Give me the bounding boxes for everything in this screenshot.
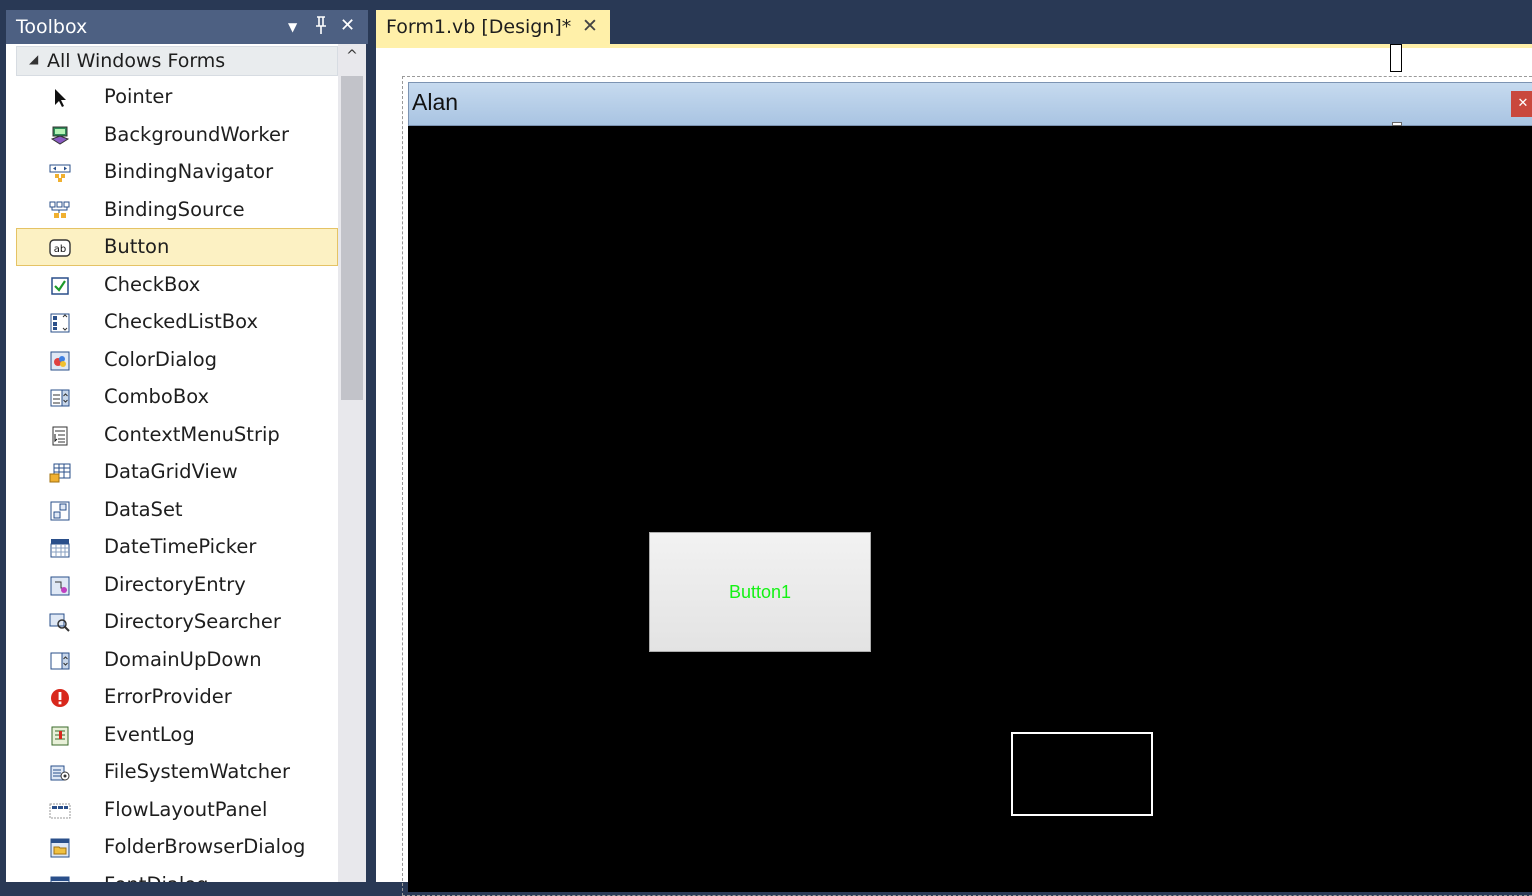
toolbox-item-label: CheckedListBox: [104, 310, 259, 333]
scroll-up-arrow-icon[interactable]: ^: [338, 48, 366, 72]
form-titlebar[interactable]: Alan ✕: [408, 82, 1532, 126]
toolbox-item-label: EventLog: [104, 722, 195, 746]
toolbox-body: ◢ All Windows Forms Pointer BackgroundWo…: [6, 44, 366, 882]
toolbox-item-label: DataSet: [104, 497, 183, 521]
resize-grip[interactable]: [1390, 44, 1402, 72]
folder-browser-dialog-icon: [49, 837, 71, 859]
category-all-windows-forms[interactable]: ◢ All Windows Forms: [16, 46, 338, 76]
toolbox-item-contextmenustrip[interactable]: ContextMenuStrip: [16, 416, 338, 454]
background-worker-icon: [49, 125, 71, 147]
binding-navigator-icon: [49, 162, 71, 184]
dataset-icon: [49, 500, 71, 522]
toolbox-item-label: FileSystemWatcher: [104, 760, 291, 783]
toolbox-item-fontdialog[interactable]: FontDialog: [16, 866, 338, 883]
toolbox-scrollbar[interactable]: ^: [338, 44, 366, 882]
toolbox-item-checkedlistbox[interactable]: CheckedListBox: [16, 303, 338, 341]
toolbox-item-label: DateTimePicker: [104, 535, 257, 558]
toolbox-item-label: ComboBox: [104, 385, 210, 408]
scrollbar-thumb[interactable]: [341, 76, 363, 400]
flow-layout-panel-icon: [49, 800, 71, 822]
toolbox-item-datetimepicker[interactable]: DateTimePicker: [16, 528, 338, 566]
form-close-icon[interactable]: ✕: [1511, 91, 1532, 117]
date-time-picker-icon: [49, 537, 71, 559]
toolbox-item-label: BindingNavigator: [104, 160, 274, 183]
close-icon[interactable]: ✕: [340, 15, 355, 36]
toolbox-item-label: CheckBox: [104, 272, 201, 296]
domain-up-down-icon: [49, 650, 71, 672]
toolbox-item-backgroundworker[interactable]: BackgroundWorker: [16, 116, 338, 154]
event-log-icon: [49, 725, 71, 747]
data-grid-view-icon: [49, 462, 71, 484]
resize-handle[interactable]: [1392, 122, 1402, 126]
toolbox-item-label: Button: [104, 235, 170, 258]
toolbox-item-eventlog[interactable]: EventLog: [16, 716, 338, 754]
toolbox-item-label: DirectoryEntry: [104, 572, 246, 596]
file-system-watcher-icon: [49, 762, 71, 784]
toolbox-item-label: DomainUpDown: [104, 647, 262, 671]
category-label: All Windows Forms: [47, 50, 226, 72]
combobox-icon: [49, 387, 71, 409]
collapse-arrow-icon[interactable]: ◢: [29, 52, 38, 66]
toolbox-item-label: FontDialog: [104, 873, 209, 883]
directory-entry-icon: [49, 575, 71, 597]
toolbox-item-bindingsource[interactable]: BindingSource: [16, 191, 338, 229]
dropdown-icon[interactable]: ▼: [288, 20, 297, 34]
toolbox-item-domainupdown[interactable]: DomainUpDown: [16, 641, 338, 679]
toolbox-item-label: ColorDialog: [104, 347, 218, 371]
context-menu-strip-icon: [49, 425, 71, 447]
toolbox-item-label: DirectorySearcher: [104, 610, 281, 633]
toolbox-item-bindingnavigator[interactable]: BindingNavigator: [16, 153, 338, 191]
toolbox-item-label: BindingSource: [104, 197, 245, 221]
toolbox-item-button[interactable]: ab Button: [16, 228, 338, 266]
toolbox-item-directorysearcher[interactable]: DirectorySearcher: [16, 603, 338, 641]
toolbox-item-label: ContextMenuStrip: [104, 422, 280, 446]
toolbox-item-pointer[interactable]: Pointer: [16, 78, 338, 116]
binding-source-icon: [49, 200, 71, 222]
toolbox-item-label: FolderBrowserDialog: [104, 835, 306, 858]
button1-label: Button1: [728, 581, 792, 602]
designer-surface[interactable]: Alan ✕ Button1: [376, 44, 1532, 896]
toolbox-item-label: FlowLayoutPanel: [104, 797, 268, 821]
empty-outline-control[interactable]: [1011, 732, 1153, 816]
toolbox-item-dataset[interactable]: DataSet: [16, 491, 338, 529]
toolbox-item-datagridview[interactable]: DataGridView: [16, 453, 338, 491]
toolbox-item-errorprovider[interactable]: ErrorProvider: [16, 678, 338, 716]
toolbox-title: Toolbox: [16, 16, 88, 38]
toolbox-item-flowlayoutpanel[interactable]: FlowLayoutPanel: [16, 791, 338, 829]
toolbox-item-label: ErrorProvider: [104, 685, 232, 708]
button1-control[interactable]: Button1: [649, 532, 871, 652]
toolbox-item-label: BackgroundWorker: [104, 122, 290, 146]
font-dialog-icon: [49, 875, 71, 882]
toolbox-item-directoryentry[interactable]: DirectoryEntry: [16, 566, 338, 604]
toolbox-item-folderbrowserdialog[interactable]: FolderBrowserDialog: [16, 828, 338, 866]
toolbox-item-list: Pointer BackgroundWorker BindingNavigato…: [16, 78, 338, 882]
form-title: Alan: [412, 89, 459, 115]
toolbox-item-filesystemwatcher[interactable]: FileSystemWatcher: [16, 753, 338, 791]
toolbox-item-label: Pointer: [104, 85, 173, 108]
toolbox-header: Toolbox ▼ ✕: [6, 10, 368, 44]
directory-searcher-icon: [49, 612, 71, 634]
toolbox-item-colordialog[interactable]: ColorDialog: [16, 341, 338, 379]
tab-label: Form1.vb [Design]*: [386, 16, 572, 38]
toolbox-panel: Toolbox ▼ ✕ ◢ All Windows Forms Pointer: [0, 0, 368, 882]
checked-list-box-icon: [49, 312, 71, 334]
form-client-area[interactable]: Button1: [408, 126, 1532, 892]
toolbox-item-label: DataGridView: [104, 460, 238, 483]
tab-close-icon[interactable]: ✕: [582, 15, 598, 37]
pin-icon[interactable]: [314, 15, 328, 40]
svg-text:ab: ab: [54, 244, 66, 255]
toolbox-item-combobox[interactable]: ComboBox: [16, 378, 338, 416]
color-dialog-icon: [49, 350, 71, 372]
button-icon: ab: [49, 237, 71, 259]
checkbox-icon: [49, 275, 71, 297]
toolbox-item-checkbox[interactable]: CheckBox: [16, 266, 338, 304]
error-provider-icon: [49, 687, 71, 709]
pointer-icon: [49, 87, 71, 109]
tab-form1-design[interactable]: Form1.vb [Design]* ✕: [376, 10, 610, 44]
form-window[interactable]: Alan ✕ Button1: [408, 82, 1532, 892]
